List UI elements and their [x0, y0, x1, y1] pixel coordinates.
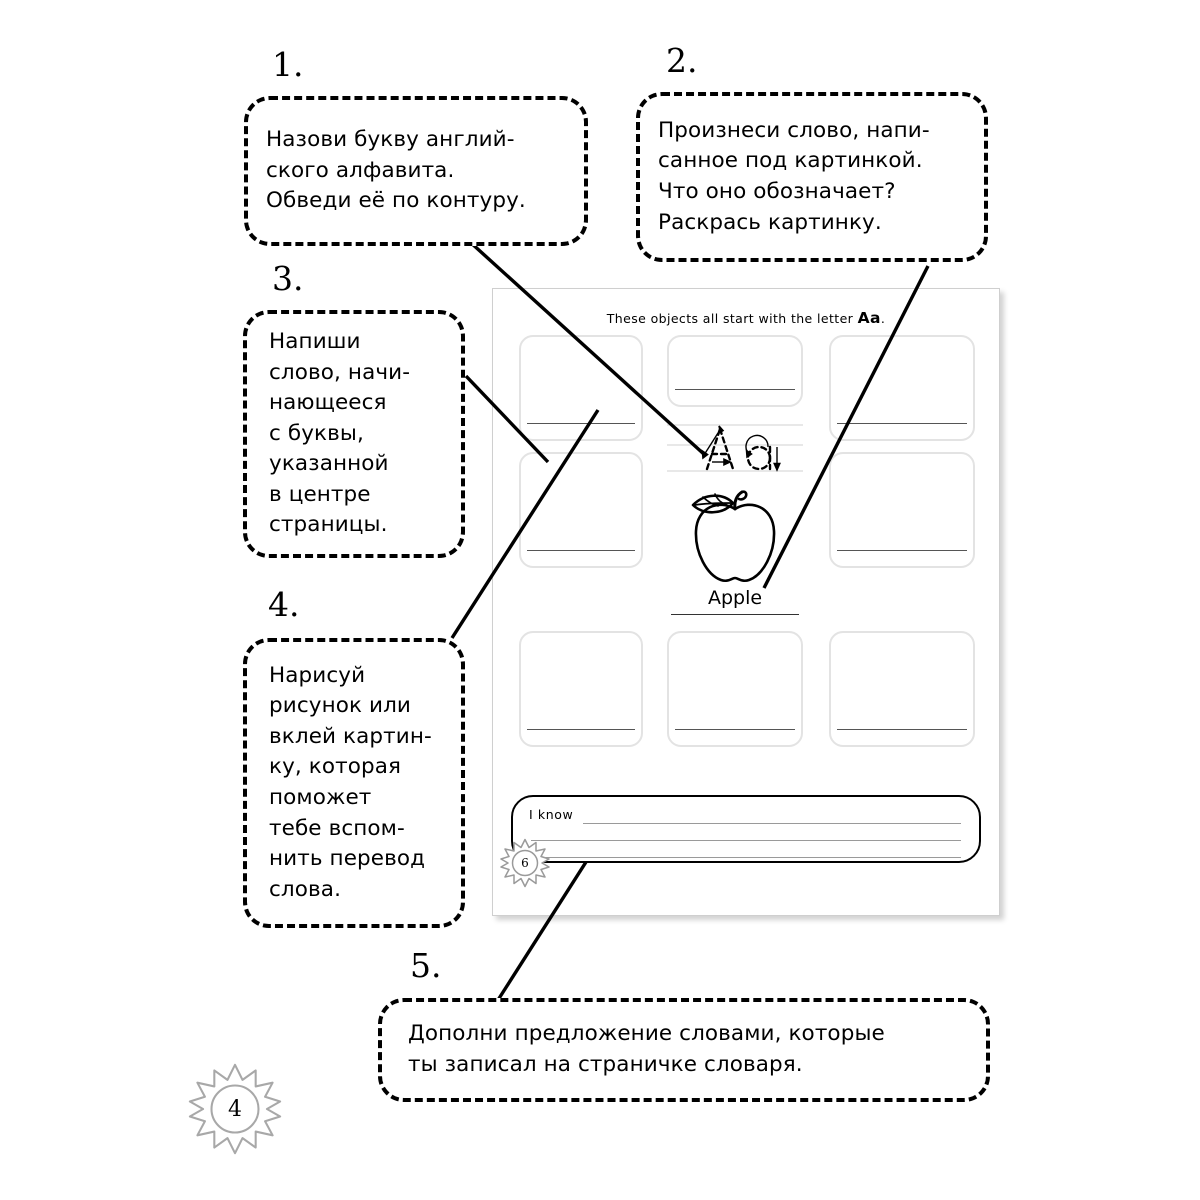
- callout-text-2: Произнеси слово, напи- санное под картин…: [658, 117, 930, 235]
- callout-number-5: 5.: [410, 946, 442, 985]
- object-cell[interactable]: [829, 335, 975, 441]
- picture-word-label: Apple: [707, 587, 763, 609]
- book-page-number-badge: 4: [188, 1062, 282, 1156]
- callout-number-1: 1.: [272, 45, 304, 84]
- dashed-letter-a: [746, 445, 772, 471]
- letter-and-picture-column: Apple: [667, 423, 803, 623]
- object-cell[interactable]: [829, 631, 975, 747]
- callout-number-3: 3.: [272, 259, 304, 298]
- callout-bubble-4[interactable]: Нарисуй рисунок или вклей картин- ку, ко…: [243, 638, 465, 928]
- object-write-line[interactable]: [837, 550, 967, 551]
- object-write-line[interactable]: [675, 389, 795, 390]
- worksheet-page-number-badge: 6: [500, 838, 550, 888]
- apple-drawing-icon: [691, 490, 776, 583]
- worksheet-instruction-poster: These objects all start with the letter …: [0, 0, 1200, 1200]
- i-know-write-line[interactable]: [531, 840, 961, 841]
- object-write-line[interactable]: [527, 423, 635, 424]
- object-write-line[interactable]: [675, 729, 795, 730]
- i-know-write-line[interactable]: [531, 857, 961, 858]
- worksheet-page: These objects all start with the letter …: [492, 288, 1000, 916]
- object-write-line[interactable]: [527, 729, 635, 730]
- object-cell[interactable]: [519, 452, 643, 568]
- callout-text-5: Дополни предложение словами, которые ты …: [408, 1021, 885, 1077]
- object-grid: Apple: [519, 335, 975, 775]
- callout-number-4: 4.: [268, 585, 300, 624]
- picture-word-line: [671, 614, 799, 615]
- callout-number-2: 2.: [666, 41, 698, 80]
- object-cell[interactable]: [667, 335, 803, 407]
- callout-bubble-2[interactable]: Произнеси слово, напи- санное под картин…: [636, 92, 988, 262]
- object-cell[interactable]: [519, 335, 643, 441]
- callout-bubble-5[interactable]: Дополни предложение словами, которые ты …: [378, 998, 990, 1102]
- i-know-write-line[interactable]: [583, 823, 961, 824]
- worksheet-header-suffix: .: [880, 311, 886, 326]
- ruled-guide-lines: [667, 424, 803, 472]
- i-know-label: I know: [529, 807, 574, 822]
- object-cell[interactable]: [667, 631, 803, 747]
- book-page-number: 4: [228, 1096, 242, 1122]
- letter-tracing-guide[interactable]: [667, 423, 803, 479]
- apple-picture[interactable]: [673, 479, 797, 589]
- worksheet-header: These objects all start with the letter …: [493, 309, 999, 327]
- object-box[interactable]: [667, 335, 803, 407]
- object-write-line[interactable]: [527, 550, 635, 551]
- callout-text-1: Назови букву англий- ского алфавита. Обв…: [266, 127, 526, 214]
- callout-text-3: Напиши слово, начи- нающееся с буквы, ук…: [269, 329, 411, 538]
- object-write-line[interactable]: [837, 423, 967, 424]
- callout-bubble-1[interactable]: Назови букву англий- ского алфавита. Обв…: [244, 96, 588, 246]
- object-cell[interactable]: [829, 452, 975, 568]
- i-know-sentence-box[interactable]: I know: [511, 795, 981, 863]
- worksheet-header-prefix: These objects all start with the letter: [606, 311, 858, 326]
- worksheet-header-letter: Aa: [857, 309, 881, 327]
- object-box[interactable]: [519, 335, 643, 441]
- object-cell[interactable]: [519, 631, 643, 747]
- object-write-line[interactable]: [837, 729, 967, 730]
- callout-bubble-3[interactable]: Напиши слово, начи- нающееся с буквы, ук…: [243, 310, 465, 558]
- worksheet-page-number: 6: [521, 856, 529, 870]
- object-box[interactable]: [829, 335, 975, 441]
- callout-text-4: Нарисуй рисунок или вклей картин- ку, ко…: [269, 662, 432, 902]
